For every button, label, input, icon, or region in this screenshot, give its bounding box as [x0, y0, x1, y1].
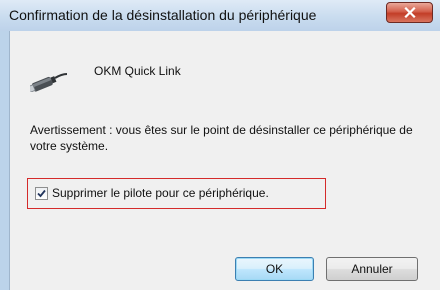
checkmark-icon — [37, 189, 46, 198]
close-button[interactable] — [386, 2, 433, 23]
warning-text: Avertissement : vous êtes sur le point d… — [30, 123, 413, 153]
dialog-title: Confirmation de la désinstallation du pé… — [9, 7, 317, 23]
ok-button[interactable]: OK — [235, 257, 314, 281]
delete-driver-label[interactable]: Supprimer le pilote pour ce périphérique… — [52, 186, 269, 200]
device-name: OKM Quick Link — [94, 64, 181, 78]
driver-option-highlight: Supprimer le pilote pour ce périphérique… — [27, 178, 326, 209]
dialog-body: OKM Quick Link Avertissement : vous êtes… — [9, 31, 440, 290]
title-bar[interactable]: Confirmation de la désinstallation du pé… — [0, 0, 440, 31]
close-icon — [403, 7, 416, 18]
usb-cable-icon — [30, 73, 68, 92]
uninstall-dialog: Confirmation de la désinstallation du pé… — [0, 0, 440, 290]
delete-driver-checkbox[interactable] — [35, 187, 48, 200]
cancel-button[interactable]: Annuler — [326, 257, 418, 281]
